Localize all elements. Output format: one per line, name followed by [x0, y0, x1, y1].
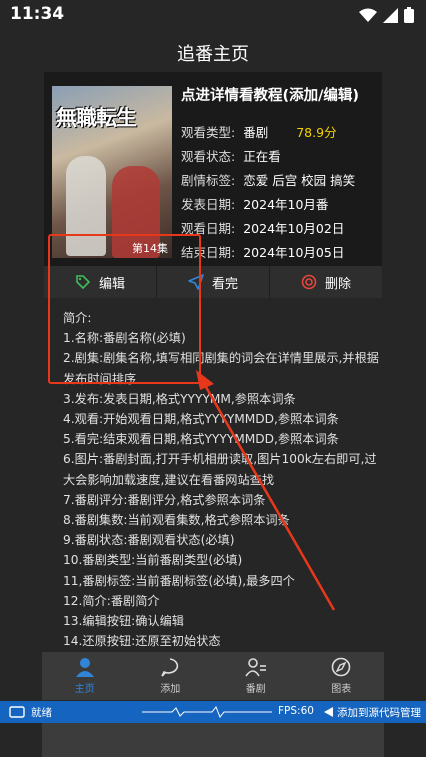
- list-person-icon: [245, 658, 266, 677]
- tab-label: 图表: [331, 684, 352, 695]
- info-row-publish: 发表日期: 2024年10月番: [181, 197, 329, 212]
- cover-logo: 無職転生: [56, 106, 137, 130]
- tab-anime[interactable]: 番剧: [213, 652, 299, 700]
- intro-line: 5.看完:结束观看日期,格式YYYYMMDD,参照本词条: [63, 432, 339, 447]
- bottom-tab-bar: 主页 添加 番剧 图表: [42, 652, 384, 700]
- status-icons: [359, 7, 414, 23]
- dev-ready-text: 就绪: [31, 707, 52, 719]
- finish-label: 看完: [211, 276, 238, 292]
- delete-button[interactable]: 删除: [270, 266, 382, 298]
- info-row-type: 观看类型: 番剧 78.9分: [181, 125, 337, 140]
- tab-home[interactable]: 主页: [42, 652, 128, 700]
- intro-line: 4.观看:开始观看日期,格式YYYYMMDD,参照本词条: [63, 412, 339, 427]
- cover-image[interactable]: 無職転生 第14集: [52, 86, 172, 258]
- signal-icon: [383, 7, 398, 23]
- info-row-tags: 剧情标签: 恋爱 后宫 校园 搞笑: [181, 173, 356, 188]
- window-icon: [9, 706, 25, 718]
- intro-line: 7.番剧评分:番剧评分,格式参照本词条: [63, 492, 266, 507]
- tab-label: 番剧: [245, 684, 266, 695]
- person-icon: [75, 658, 94, 677]
- tab-chart[interactable]: 图表: [299, 652, 385, 700]
- intro-line: 6.图片:番剧封面,打开手机相册读取,图片100k左右即可,过大会影响加载速度,…: [63, 452, 377, 487]
- tab-add[interactable]: 添加: [128, 652, 214, 700]
- page-title: 追番主页: [177, 44, 249, 65]
- tab-label: 添加: [160, 684, 181, 695]
- delete-label: 删除: [324, 276, 351, 292]
- fps-readout: FPS:60: [278, 705, 314, 717]
- intro-line: 9.番剧状态:番剧观看状态(必填): [63, 533, 235, 548]
- score-badge: 78.9分: [296, 125, 337, 140]
- annotation-highlight-box: [48, 234, 201, 384]
- info-row-end: 结束日期: 2024年10月05日: [181, 245, 345, 260]
- waveform-icon: [142, 706, 272, 718]
- target-icon: [301, 274, 317, 290]
- tab-label: 主页: [74, 684, 95, 695]
- intro-line: 14.还原按钮:还原至初始状态: [63, 634, 221, 649]
- info-row-status: 观看状态: 正在看: [181, 149, 281, 164]
- intro-line: 8.番剧集数:当前观看集数,格式参照本词条: [63, 513, 290, 528]
- chat-bubble-icon: [161, 658, 179, 677]
- status-time: 11:34: [10, 4, 65, 24]
- status-bar: 11:34: [0, 0, 426, 30]
- wifi-icon: [359, 8, 377, 22]
- intro-line: 13.编辑按钮:确认编辑: [63, 614, 184, 629]
- source-control-button[interactable]: 添加到源代码管理: [337, 705, 421, 720]
- intro-line: 3.发布:发表日期,格式YYYYMM,参照本词条: [63, 391, 296, 406]
- card-headline: 点进详情看教程(添加/编辑): [181, 88, 360, 104]
- info-row-watch: 观看日期: 2024年10月02日: [181, 221, 345, 236]
- intro-line: 11,番剧标签:当前番剧标签(必填),最多四个: [63, 573, 295, 588]
- compass-icon: [331, 657, 351, 677]
- card-info: 点进详情看教程(添加/编辑): [181, 84, 377, 105]
- battery-icon: [404, 7, 414, 23]
- intro-line: 10.番剧类型:当前番剧类型(必填): [63, 553, 243, 568]
- dev-status-bar: 就绪 FPS:60 添加到源代码管理: [0, 701, 426, 723]
- source-control-icon: [324, 707, 333, 717]
- bottom-panel: [42, 723, 384, 757]
- intro-line: 12.简介:番剧简介: [63, 593, 160, 608]
